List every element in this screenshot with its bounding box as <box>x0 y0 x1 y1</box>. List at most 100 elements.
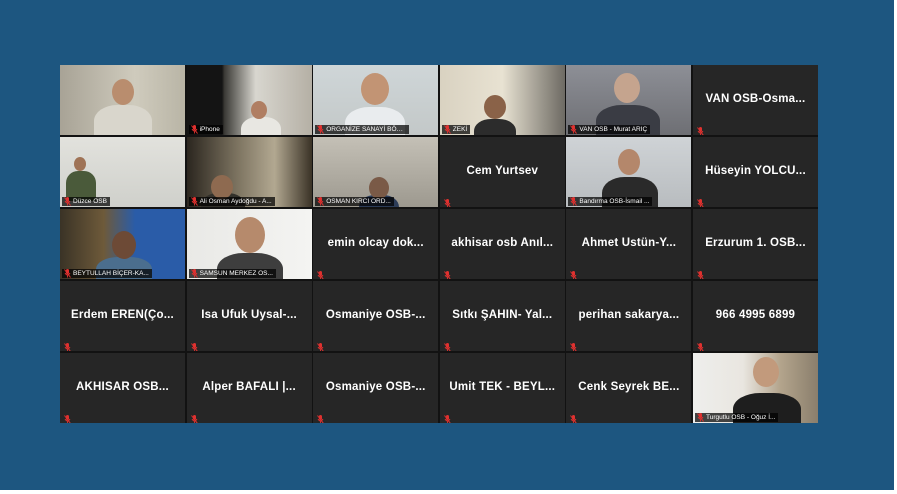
microphone-muted-icon <box>697 195 704 207</box>
participant-tile-samsun-merkez-os[interactable]: SAMSUN MERKEZ OS... <box>186 209 312 279</box>
participant-name: Alper BAFALI |... <box>202 381 296 394</box>
participant-name: VAN OSB - Murat ARIÇ <box>579 126 648 133</box>
participant-tile-ahmet-u-stu-n-y[interactable]: Ahmet Üstün-Y... <box>566 209 692 279</box>
microphone-muted-icon <box>443 267 451 279</box>
microphone-muted-icon <box>190 125 198 134</box>
microphone-muted-icon <box>317 339 324 351</box>
microphone-muted-icon <box>570 125 578 134</box>
participant-tile-akhi-sar-osb[interactable]: AKHİSAR OSB... <box>60 353 185 423</box>
participant-tile-osmaniye-osb[interactable]: Osmaniye OSB-... <box>313 353 439 423</box>
microphone-muted-icon <box>443 195 451 207</box>
microphone-muted-icon <box>190 411 198 423</box>
participant-name: SAMSUN MERKEZ OS... <box>199 270 273 277</box>
microphone-muted-icon <box>190 269 198 278</box>
participant-name: OSMAN KIRCI ORD... <box>326 198 391 205</box>
participant-name: Osmaniye OSB-... <box>325 381 426 394</box>
participant-tile-iphone[interactable]: iPhone <box>186 65 312 135</box>
participant-name-label: Turgutlu OSB - Oğuz İ... <box>694 413 779 422</box>
participant-name: İsa Ufuk Uysal-... <box>201 309 297 322</box>
participant-tile-zeki[interactable]: ZEKİ <box>439 65 565 135</box>
microphone-muted-icon <box>697 123 704 135</box>
participant-name: perihan sakarya... <box>578 309 680 322</box>
participant-name: ORGANİZE SANAYİ BÖLG... <box>326 126 410 133</box>
participant-name-label: ORGANİZE SANAYİ BÖLG... <box>315 125 410 134</box>
participant-name: Hüseyin YOLCU... <box>705 165 806 178</box>
screen-edge-bottom <box>0 490 897 494</box>
participant-tile-i-sa-ufuk-uysal[interactable]: İsa Ufuk Uysal-... <box>186 281 312 351</box>
participant-tile-du-zce-osb[interactable]: Düzce OSB <box>60 137 185 207</box>
participant-name-label: Bandırma OSB-İsmail ... <box>568 197 653 206</box>
participant-tile-organi-ze-sanayi-bo-lg[interactable]: ORGANİZE SANAYİ BÖLG... <box>313 65 439 135</box>
participant-tile-erdem-eren-c-o[interactable]: Erdem EREN(Ço... <box>60 281 185 351</box>
participant-tile-erzurum-1-osb[interactable]: Erzurum 1. OSB... <box>692 209 818 279</box>
participant-name: Cenk Seyrek BE... <box>578 381 680 394</box>
participant-tile-perihan-sakarya[interactable]: perihan sakarya... <box>566 281 692 351</box>
participant-name: AKHİSAR OSB... <box>76 381 169 394</box>
participant-name: Turgutlu OSB - Oğuz İ... <box>705 414 776 421</box>
participant-name: iPhone <box>199 126 220 133</box>
participant-tile-osman-kirci-ord[interactable]: OSMAN KIRCI ORD... <box>313 137 439 207</box>
microphone-muted-icon <box>570 411 578 423</box>
microphone-muted-icon <box>64 411 71 423</box>
participant-name-label: VAN OSB - Murat ARIÇ <box>568 125 651 134</box>
participant-video <box>60 65 185 135</box>
microphone-muted-icon <box>697 339 704 351</box>
participant-tile-emin-olcay-dok[interactable]: emin olcay dok... <box>313 209 439 279</box>
participant-name: Ümit TEK - BEYL... <box>449 381 556 394</box>
participant-name: Erzurum 1. OSB... <box>705 237 806 250</box>
participant-name-label: SAMSUN MERKEZ OS... <box>188 269 276 278</box>
participant-tile-turgutlu-osb-og-uz-i[interactable]: Turgutlu OSB - Oğuz İ... <box>692 353 818 423</box>
participant-tile-alper-bafali[interactable]: Alper BAFALI |... <box>186 353 312 423</box>
participant-name: emin olcay dok... <box>327 237 424 250</box>
participant-name: akhisar osb Anıl... <box>451 237 554 250</box>
participant-tile-u-mit-tek-beyl[interactable]: Ümit TEK - BEYL... <box>439 353 565 423</box>
microphone-muted-icon <box>64 269 71 278</box>
microphone-muted-icon <box>317 267 324 279</box>
microphone-muted-icon <box>443 339 451 351</box>
participant-name: Osmaniye OSB-... <box>325 309 426 322</box>
participant-tile-s-tk-s-ahi-n-yal[interactable]: Sıtkı ŞAHİN- Yal... <box>439 281 565 351</box>
participant-name-label: Düzce OSB <box>62 197 110 206</box>
microphone-muted-icon <box>443 125 451 134</box>
microphone-muted-icon <box>570 267 578 279</box>
microphone-muted-icon <box>317 197 325 206</box>
microphone-muted-icon <box>317 125 325 134</box>
participant-name: 966 4995 6899 <box>715 309 796 322</box>
microphone-muted-icon <box>64 197 71 206</box>
participant-name: Cem Yurtsev <box>466 165 539 178</box>
participant-name: Bandırma OSB-İsmail ... <box>579 198 650 205</box>
participant-tile-van-osb-osma[interactable]: VAN OSB-Osma... <box>692 65 818 135</box>
participant-name: Düzce OSB <box>73 198 107 205</box>
microphone-muted-icon <box>697 413 704 422</box>
participant-name: BEYTULLAH BİÇER-KA... <box>73 270 149 277</box>
microphone-muted-icon <box>190 339 198 351</box>
participant-tile-hu-seyin-yolcu[interactable]: Hüseyin YOLCU... <box>692 137 818 207</box>
participant-name: Ali Osman Aydoğdu - A... <box>199 198 272 205</box>
participant-name-label: Ali Osman Aydoğdu - A... <box>188 197 275 206</box>
participant-gallery: iPhone ORGANİZE SANAYİ BÖLG... ZEKİ VAN OSB… <box>60 65 818 423</box>
participant-tile-akhisar-osb-an-l[interactable]: akhisar osb Anıl... <box>439 209 565 279</box>
participant-name-label: BEYTULLAH BİÇER-KA... <box>62 269 152 278</box>
microphone-muted-icon <box>190 197 198 206</box>
participant-name: Erdem EREN(Ço... <box>71 309 174 322</box>
microphone-muted-icon <box>64 339 71 351</box>
participant-tile-van-osb-murat-aric[interactable]: VAN OSB - Murat ARIÇ <box>566 65 692 135</box>
microphone-muted-icon <box>697 267 704 279</box>
participant-tile-966-4995-6899[interactable]: 966 4995 6899 <box>692 281 818 351</box>
microphone-muted-icon <box>443 411 451 423</box>
participant-tile-cem-yurtsev[interactable]: Cem Yurtsev <box>439 137 565 207</box>
microphone-muted-icon <box>570 197 578 206</box>
participant-tile-active-speaker[interactable] <box>60 65 185 135</box>
participant-tile-osmaniye-osb[interactable]: Osmaniye OSB-... <box>313 281 439 351</box>
participant-tile-cenk-seyrek-be[interactable]: Cenk Seyrek BE... <box>566 353 692 423</box>
microphone-muted-icon <box>570 339 578 351</box>
participant-name-label: OSMAN KIRCI ORD... <box>315 197 394 206</box>
participant-name: VAN OSB-Osma... <box>705 93 806 106</box>
participant-tile-band-rma-osb-i-smail[interactable]: Bandırma OSB-İsmail ... <box>566 137 692 207</box>
participant-tile-beytullah-bi-c-er-ka[interactable]: BEYTULLAH BİÇER-KA... <box>60 209 185 279</box>
participant-name: Sıtkı ŞAHİN- Yal... <box>452 309 553 322</box>
participant-tile-ali-osman-aydog-du-a[interactable]: Ali Osman Aydoğdu - A... <box>186 137 312 207</box>
participant-name: Ahmet Üstün-Y... <box>581 237 677 250</box>
participant-name-label: ZEKİ <box>441 125 471 134</box>
participant-name: ZEKİ <box>452 126 468 133</box>
